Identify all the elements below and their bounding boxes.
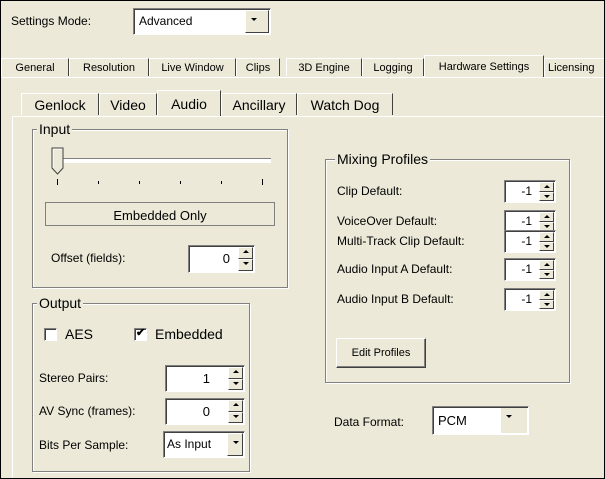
av-sync-value: 0	[202, 404, 210, 419]
bits-per-sample-value: As Input	[167, 437, 212, 451]
spin-up-icon[interactable]	[539, 290, 554, 300]
clip-default-value: -1	[521, 184, 532, 198]
tab-resolution[interactable]: Resolution	[69, 58, 149, 76]
clip-default-label: Clip Default:	[337, 184, 403, 198]
spin-down-icon[interactable]	[539, 269, 554, 279]
main-tab-divider	[1, 77, 604, 78]
spin-down-icon[interactable]	[238, 259, 253, 271]
tab-clips[interactable]: Clips	[236, 58, 280, 76]
settings-window: Settings Mode: Advanced General Resoluti…	[0, 0, 605, 479]
tab-general[interactable]: General	[1, 58, 69, 76]
input-source-display[interactable]: Embedded Only	[45, 202, 275, 226]
edit-profiles-button[interactable]: Edit Profiles	[336, 338, 426, 368]
settings-mode-value: Advanced	[139, 14, 193, 28]
voiceover-default-value: -1	[521, 214, 532, 228]
sub-tab-divider-top	[12, 116, 604, 117]
output-group-title: Output	[37, 295, 84, 311]
input-level-slider-ticks	[57, 179, 277, 185]
voiceover-default-label: VoiceOver Default:	[337, 214, 438, 228]
input-level-slider-thumb[interactable]	[51, 147, 65, 175]
tab-watch-dog[interactable]: Watch Dog	[297, 93, 393, 115]
multi-track-clip-default-value: -1	[521, 234, 532, 248]
tab-licensing[interactable]: Licensing	[544, 58, 604, 76]
audio-input-b-default-value: -1	[521, 292, 532, 306]
spin-up-icon[interactable]	[539, 212, 554, 222]
audio-input-b-default-stepper[interactable]: -1	[504, 288, 556, 311]
embedded-checkbox[interactable]: ✔	[134, 327, 147, 341]
spin-down-icon[interactable]	[539, 299, 554, 309]
av-sync-label: AV Sync (frames):	[39, 404, 136, 418]
spin-up-icon[interactable]	[228, 400, 243, 412]
data-format-label: Data Format:	[334, 415, 405, 429]
chevron-down-icon[interactable]	[245, 10, 269, 33]
aes-label: AES	[65, 326, 94, 342]
spin-down-icon[interactable]	[228, 378, 243, 390]
audio-input-a-default-stepper[interactable]: -1	[504, 258, 556, 281]
spin-up-icon[interactable]	[539, 182, 554, 192]
av-sync-stepper[interactable]: 0	[165, 398, 245, 425]
spin-down-icon[interactable]	[539, 191, 554, 201]
stereo-pairs-stepper[interactable]: 1	[165, 365, 245, 392]
audio-input-a-default-label: Audio Input A Default:	[337, 262, 453, 276]
tab-3d-engine[interactable]: 3D Engine	[286, 58, 362, 76]
stereo-pairs-value: 1	[202, 371, 210, 386]
bits-per-sample-label: Bits Per Sample:	[39, 438, 129, 452]
offset-fields-value: 0	[222, 251, 230, 266]
spin-up-icon[interactable]	[238, 247, 253, 259]
clip-default-stepper[interactable]: -1	[504, 180, 556, 203]
aes-checkbox[interactable]	[44, 328, 57, 341]
chevron-down-icon[interactable]	[501, 408, 527, 433]
data-format-value: PCM	[438, 413, 467, 428]
embedded-label: Embedded	[155, 326, 223, 342]
tab-ancillary[interactable]: Ancillary	[221, 93, 297, 115]
audio-input-a-default-value: -1	[521, 262, 532, 276]
stereo-pairs-label: Stereo Pairs:	[39, 371, 109, 385]
tab-video[interactable]: Video	[99, 93, 157, 115]
offset-fields-stepper[interactable]: 0	[188, 245, 255, 273]
mixing-profiles-title: Mixing Profiles	[335, 151, 431, 167]
multi-track-clip-default-label: Multi-Track Clip Default:	[337, 234, 465, 248]
settings-mode-dropdown[interactable]: Advanced	[133, 8, 271, 35]
spin-down-icon[interactable]	[228, 411, 243, 423]
bits-per-sample-dropdown[interactable]: As Input	[163, 431, 245, 458]
tab-live-window[interactable]: Live Window	[149, 58, 236, 76]
chevron-down-icon[interactable]	[227, 433, 243, 456]
input-level-slider-track[interactable]	[59, 158, 271, 163]
tab-genlock[interactable]: Genlock	[21, 93, 99, 115]
spin-up-icon[interactable]	[228, 367, 243, 379]
tab-logging[interactable]: Logging	[362, 58, 424, 76]
input-group-title: Input	[37, 121, 73, 137]
spin-down-icon[interactable]	[539, 241, 554, 251]
sub-tab-divider-left	[12, 116, 13, 478]
data-format-dropdown[interactable]: PCM	[432, 406, 529, 435]
spin-up-icon[interactable]	[539, 260, 554, 270]
tab-audio[interactable]: Audio	[157, 90, 221, 116]
checkmark-icon: ✔	[136, 327, 146, 339]
offset-fields-label: Offset (fields):	[51, 251, 126, 265]
main-tab-bar: General Resolution Live Window Clips 3D …	[1, 55, 604, 78]
sub-tab-bar: Genlock Video Audio Ancillary Watch Dog	[1, 90, 401, 117]
tab-hardware-settings[interactable]: Hardware Settings	[424, 55, 544, 77]
settings-mode-label: Settings Mode:	[11, 14, 92, 28]
spin-up-icon[interactable]	[539, 232, 554, 242]
audio-input-b-default-label: Audio Input B Default:	[337, 292, 454, 306]
multi-track-clip-default-stepper[interactable]: -1	[504, 230, 556, 253]
